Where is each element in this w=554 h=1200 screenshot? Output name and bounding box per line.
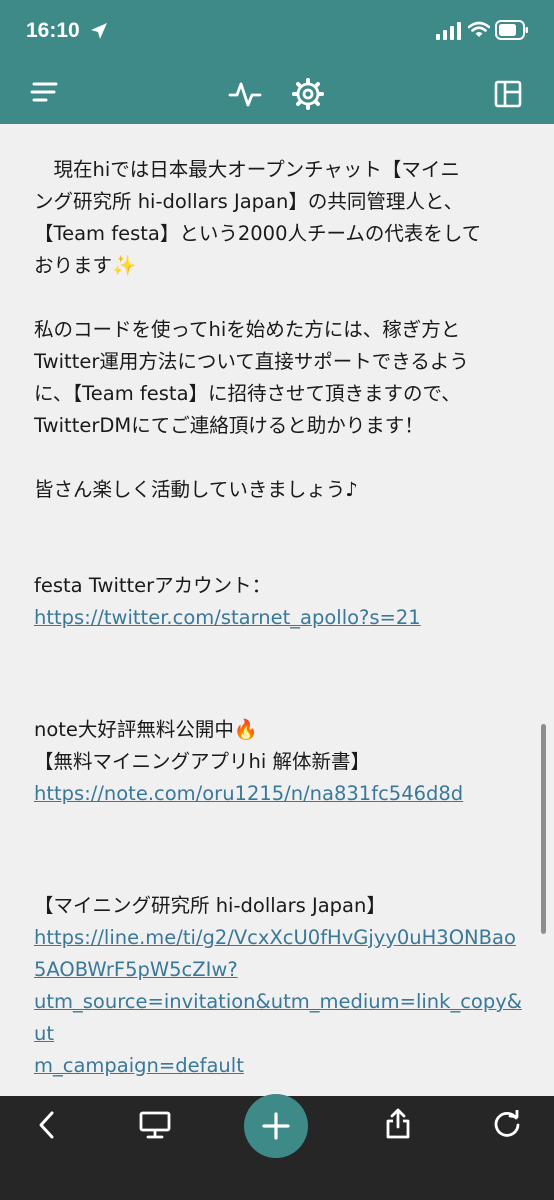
share-button[interactable] xyxy=(384,1108,412,1144)
text-line: Twitter運用方法について直接サポートできるよう xyxy=(34,350,469,373)
wifi-icon xyxy=(467,21,491,43)
note-link[interactable]: https://note.com/oru1215/n/na831fc546d8d xyxy=(34,782,463,805)
twitter-link[interactable]: https://twitter.com/starnet_apollo?s=21 xyxy=(34,606,421,629)
text-line: 現在hiでは日本最大オープンチャット【マイニ xyxy=(34,158,460,181)
line-group-label: 【マイニング研究所 hi-dollars Japan】 xyxy=(34,894,386,917)
cellular-signal-icon xyxy=(436,22,462,44)
status-bar: 16:10 xyxy=(0,0,554,66)
plus-icon xyxy=(262,1112,290,1140)
menu-button[interactable] xyxy=(30,80,58,108)
status-time: 16:10 xyxy=(26,19,80,42)
note-line: note大好評無料公開中🔥 xyxy=(34,718,259,741)
menu-lines-icon xyxy=(30,82,58,108)
reload-button[interactable] xyxy=(492,1108,522,1144)
desktop-view-button[interactable] xyxy=(138,1110,172,1144)
article-body: 現在hiでは日本最大オープンチャット【マイニ ング研究所 hi-dollars … xyxy=(34,154,522,1082)
reload-icon xyxy=(492,1108,522,1144)
note-title: 【無料マイニングアプリhi 解体新書】 xyxy=(34,750,370,773)
twitter-label: festa Twitterアカウント： xyxy=(34,574,272,597)
add-button[interactable] xyxy=(244,1094,308,1158)
paragraph-intro: 現在hiでは日本最大オープンチャット【マイニ ング研究所 hi-dollars … xyxy=(34,154,522,282)
article-content[interactable]: 現在hiでは日本最大オープンチャット【マイニ ング研究所 hi-dollars … xyxy=(0,124,554,1096)
battery-icon xyxy=(495,20,529,44)
desktop-icon xyxy=(138,1111,172,1144)
pulse-icon xyxy=(228,82,262,114)
link-line[interactable]: m_campaign=default xyxy=(34,1054,244,1077)
chevron-left-icon xyxy=(36,1111,58,1144)
gear-icon xyxy=(292,78,324,114)
text-line: TwitterDMにてご連絡頂けると助かります！ xyxy=(34,414,424,437)
text-line: 私のコードを使ってhiを始めた方には、稼ぎ方と xyxy=(34,318,461,341)
scrollbar-thumb[interactable] xyxy=(541,724,546,934)
line-group-link[interactable]: https://line.me/ti/g2/VcxXcU0fHvGjyy0uH3… xyxy=(34,922,522,1082)
bottom-toolbar xyxy=(0,1094,554,1200)
layout-button[interactable] xyxy=(493,79,523,113)
back-button[interactable] xyxy=(36,1110,58,1144)
paragraph-closing: 皆さん楽しく活動していきましょう♪ xyxy=(34,478,358,501)
text-line: おります✨ xyxy=(34,254,137,277)
link-line[interactable]: https://line.me/ti/g2/VcxXcU0fHvGjyy0uH3… xyxy=(34,926,516,949)
text-line: に、【Team festa】に招待させて頂きますので、 xyxy=(34,382,461,405)
settings-button[interactable] xyxy=(292,78,324,114)
link-line[interactable]: utm_source=invitation&utm_medium=link_co… xyxy=(34,990,522,1045)
paragraph-support: 私のコードを使ってhiを始めた方には、稼ぎ方と Twitter運用方法について直… xyxy=(34,314,522,442)
share-icon xyxy=(384,1108,412,1144)
app-header: 16:10 xyxy=(0,0,554,124)
text-line: ング研究所 hi-dollars Japan】の共同管理人と、 xyxy=(34,190,464,213)
link-line[interactable]: 5AOBWrF5pW5cZIw? xyxy=(34,958,238,981)
activity-button[interactable] xyxy=(228,78,262,114)
location-arrow-icon xyxy=(90,22,108,44)
panel-layout-icon xyxy=(493,80,523,113)
text-line: 【Team festa】という2000人チームの代表をして xyxy=(34,222,482,245)
